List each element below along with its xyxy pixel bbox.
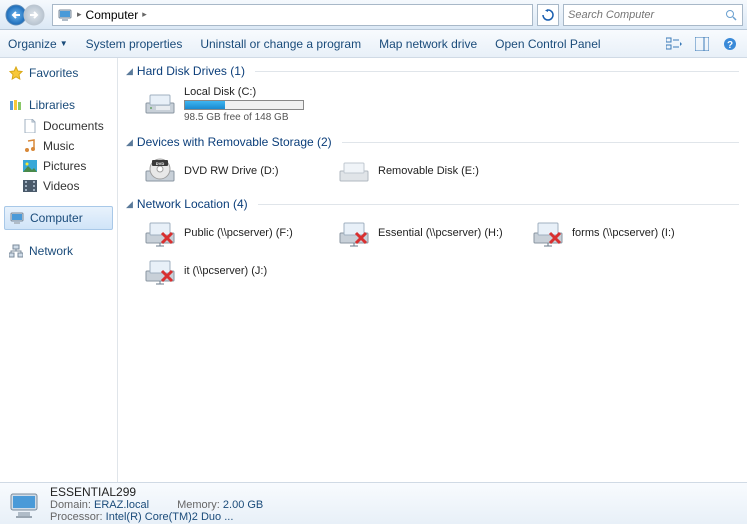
nav-buttons[interactable] bbox=[4, 3, 48, 27]
uninstall-link[interactable]: Uninstall or change a program bbox=[200, 37, 361, 51]
network-drive-disconnected-icon bbox=[338, 219, 370, 247]
status-key: Domain: bbox=[50, 499, 91, 511]
category-header[interactable]: ◢ Hard Disk Drives (1) bbox=[126, 62, 739, 80]
sidebar-label: Libraries bbox=[29, 98, 75, 112]
refresh-button[interactable] bbox=[537, 4, 559, 26]
sidebar-label: Documents bbox=[43, 119, 104, 133]
sidebar-libraries[interactable]: Libraries bbox=[0, 94, 117, 116]
sidebar-label: Videos bbox=[43, 179, 79, 193]
drive-label: DVD RW Drive (D:) bbox=[184, 165, 279, 177]
status-value: ERAZ.local bbox=[94, 499, 149, 511]
removable-icon bbox=[338, 157, 370, 185]
collapse-icon: ◢ bbox=[126, 137, 133, 148]
drive-label: it (\\pcserver) (J:) bbox=[184, 265, 267, 277]
chevron-down-icon: ▼ bbox=[60, 39, 68, 48]
chevron-right-icon: ▸ bbox=[77, 9, 82, 20]
organize-menu[interactable]: Organize▼ bbox=[8, 37, 68, 51]
music-icon bbox=[22, 138, 38, 154]
pictures-icon bbox=[22, 158, 38, 174]
drive-label: forms (\\pcserver) (I:) bbox=[572, 227, 675, 239]
document-icon bbox=[22, 118, 38, 134]
sidebar-network[interactable]: Network bbox=[0, 240, 117, 262]
drive-local-c[interactable]: Local Disk (C:) 98.5 GB free of 148 GB bbox=[144, 86, 344, 123]
search-box[interactable] bbox=[563, 4, 743, 26]
drive-label: Removable Disk (E:) bbox=[378, 165, 479, 177]
map-network-link[interactable]: Map network drive bbox=[379, 37, 477, 51]
search-icon bbox=[724, 7, 738, 23]
videos-icon bbox=[22, 178, 38, 194]
divider bbox=[342, 142, 739, 143]
drive-network[interactable]: it (\\pcserver) (J:) bbox=[144, 257, 314, 285]
drive-usage-bar bbox=[184, 100, 304, 110]
preview-pane-button[interactable] bbox=[693, 35, 711, 53]
address-bar: ▸ Computer ▸ bbox=[0, 0, 747, 30]
svg-text:DVD: DVD bbox=[156, 161, 165, 166]
content-pane: ◢ Hard Disk Drives (1) Local Disk (C:) 9… bbox=[118, 58, 747, 482]
divider bbox=[258, 204, 739, 205]
drive-free: 98.5 GB free of 148 GB bbox=[184, 112, 304, 123]
sidebar-item-documents[interactable]: Documents bbox=[0, 116, 117, 136]
sidebar-item-music[interactable]: Music bbox=[0, 136, 117, 156]
collapse-icon: ◢ bbox=[126, 199, 133, 210]
sidebar: Favorites Libraries Documents Music Pict… bbox=[0, 58, 118, 482]
network-drive-disconnected-icon bbox=[144, 257, 176, 285]
sidebar-favorites[interactable]: Favorites bbox=[0, 62, 117, 84]
computer-icon bbox=[8, 488, 40, 520]
hdd-icon bbox=[144, 91, 176, 119]
category-label: Hard Disk Drives (1) bbox=[137, 64, 245, 78]
sidebar-label: Music bbox=[43, 139, 74, 153]
breadcrumb-segment[interactable]: Computer bbox=[86, 8, 139, 22]
computer-icon bbox=[57, 7, 73, 23]
breadcrumb[interactable]: ▸ Computer ▸ bbox=[52, 4, 533, 26]
network-icon bbox=[8, 243, 24, 259]
category-network: ◢ Network Location (4) Public (\\pcserve… bbox=[126, 195, 739, 285]
status-key: Processor: bbox=[50, 511, 103, 523]
category-header[interactable]: ◢ Network Location (4) bbox=[126, 195, 739, 213]
network-drive-disconnected-icon bbox=[532, 219, 564, 247]
svg-text:?: ? bbox=[727, 40, 733, 51]
drive-label: Local Disk (C:) bbox=[184, 86, 304, 98]
drive-removable[interactable]: Removable Disk (E:) bbox=[338, 157, 508, 185]
system-properties-link[interactable]: System properties bbox=[86, 37, 183, 51]
status-key: Memory: bbox=[177, 499, 220, 511]
drive-network[interactable]: Essential (\\pcserver) (H:) bbox=[338, 219, 508, 247]
drive-dvd[interactable]: DVD DVD RW Drive (D:) bbox=[144, 157, 314, 185]
computer-icon bbox=[9, 210, 25, 226]
drive-network[interactable]: forms (\\pcserver) (I:) bbox=[532, 219, 702, 247]
divider bbox=[255, 71, 739, 72]
sidebar-computer[interactable]: Computer bbox=[4, 206, 113, 230]
main-area: Favorites Libraries Documents Music Pict… bbox=[0, 58, 747, 482]
category-removable: ◢ Devices with Removable Storage (2) DVD… bbox=[126, 133, 739, 185]
sidebar-label: Pictures bbox=[43, 159, 86, 173]
search-input[interactable] bbox=[568, 9, 720, 21]
network-drive-disconnected-icon bbox=[144, 219, 176, 247]
drive-network[interactable]: Public (\\pcserver) (F:) bbox=[144, 219, 314, 247]
star-icon bbox=[8, 65, 24, 81]
collapse-icon: ◢ bbox=[126, 66, 133, 77]
category-header[interactable]: ◢ Devices with Removable Storage (2) bbox=[126, 133, 739, 151]
open-control-panel-link[interactable]: Open Control Panel bbox=[495, 37, 600, 51]
category-label: Devices with Removable Storage (2) bbox=[137, 135, 332, 149]
status-value: 2.00 GB bbox=[223, 499, 263, 511]
status-name: ESSENTIAL299 bbox=[50, 485, 263, 499]
help-button[interactable]: ? bbox=[721, 35, 739, 53]
drive-label: Public (\\pcserver) (F:) bbox=[184, 227, 293, 239]
drive-label: Essential (\\pcserver) (H:) bbox=[378, 227, 503, 239]
dvd-icon: DVD bbox=[144, 157, 176, 185]
status-bar: ESSENTIAL299 Domain: ERAZ.local Memory: … bbox=[0, 482, 747, 524]
category-label: Network Location (4) bbox=[137, 197, 248, 211]
chevron-right-icon: ▸ bbox=[142, 9, 147, 20]
toolbar: Organize▼ System properties Uninstall or… bbox=[0, 30, 747, 58]
sidebar-item-pictures[interactable]: Pictures bbox=[0, 156, 117, 176]
sidebar-label: Favorites bbox=[29, 66, 78, 80]
sidebar-label: Network bbox=[29, 244, 73, 258]
libraries-icon bbox=[8, 97, 24, 113]
sidebar-label: Computer bbox=[30, 211, 83, 225]
status-value: Intel(R) Core(TM)2 Duo ... bbox=[106, 511, 234, 523]
view-options-button[interactable] bbox=[665, 35, 683, 53]
sidebar-item-videos[interactable]: Videos bbox=[0, 176, 117, 196]
category-hdd: ◢ Hard Disk Drives (1) Local Disk (C:) 9… bbox=[126, 62, 739, 123]
